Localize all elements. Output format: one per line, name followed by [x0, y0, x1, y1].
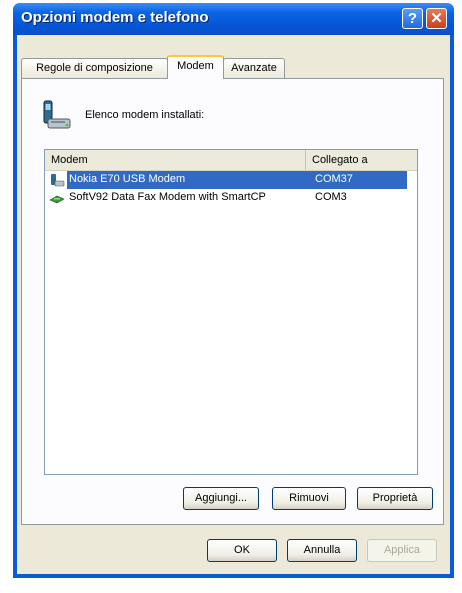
tab-modem[interactable]: Modem	[167, 55, 224, 79]
title-bar[interactable]: Opzioni modem e telefono ? ✕	[13, 3, 454, 35]
window-title: Opzioni modem e telefono	[21, 9, 209, 26]
modem-port: COM37	[315, 173, 353, 185]
close-icon: ✕	[430, 10, 443, 27]
dialog-client: Regole di composizione Modem Avanzate El…	[17, 35, 450, 574]
modem-name: SoftV92 Data Fax Modem with SmartCP	[69, 191, 266, 203]
tab-dialing-rules[interactable]: Regole di composizione	[21, 58, 168, 78]
close-button[interactable]: ✕	[426, 8, 447, 29]
list-item-softv92[interactable]: SoftV92 Data Fax Modem with SmartCP COM3	[45, 189, 417, 207]
remove-button[interactable]: Rimuovi	[272, 487, 346, 510]
column-header-modem[interactable]: Modem	[45, 150, 306, 170]
ok-button[interactable]: OK	[207, 539, 277, 562]
phone-modem-icon	[43, 100, 71, 129]
modem-port: COM3	[315, 191, 347, 203]
help-icon: ?	[407, 10, 418, 27]
cancel-button[interactable]: Annulla	[287, 539, 357, 562]
add-button[interactable]: Aggiungi...	[183, 487, 259, 510]
modem-name: Nokia E70 USB Modem	[69, 173, 186, 185]
properties-button[interactable]: Proprietà	[357, 487, 433, 510]
modem-icon	[49, 195, 65, 204]
installed-modems-label: Elenco modem installati:	[85, 109, 205, 121]
tab-advanced[interactable]: Avanzate	[223, 58, 285, 78]
tab-panel-modem: Elenco modem installati: Modem Collegato…	[21, 78, 444, 525]
apply-button[interactable]: Applica	[367, 539, 437, 562]
list-item-nokia[interactable]: Nokia E70 USB Modem COM37	[45, 171, 417, 189]
dialog-window: Opzioni modem e telefono ? ✕ Regole di c…	[13, 3, 454, 578]
column-header-port[interactable]: Collegato a	[306, 150, 417, 170]
phone-icon	[51, 174, 65, 187]
help-button[interactable]: ?	[402, 8, 423, 29]
list-header: Modem Collegato a	[45, 150, 417, 171]
modem-list[interactable]: Modem Collegato a Nokia E70 USB Modem CO…	[44, 149, 418, 475]
